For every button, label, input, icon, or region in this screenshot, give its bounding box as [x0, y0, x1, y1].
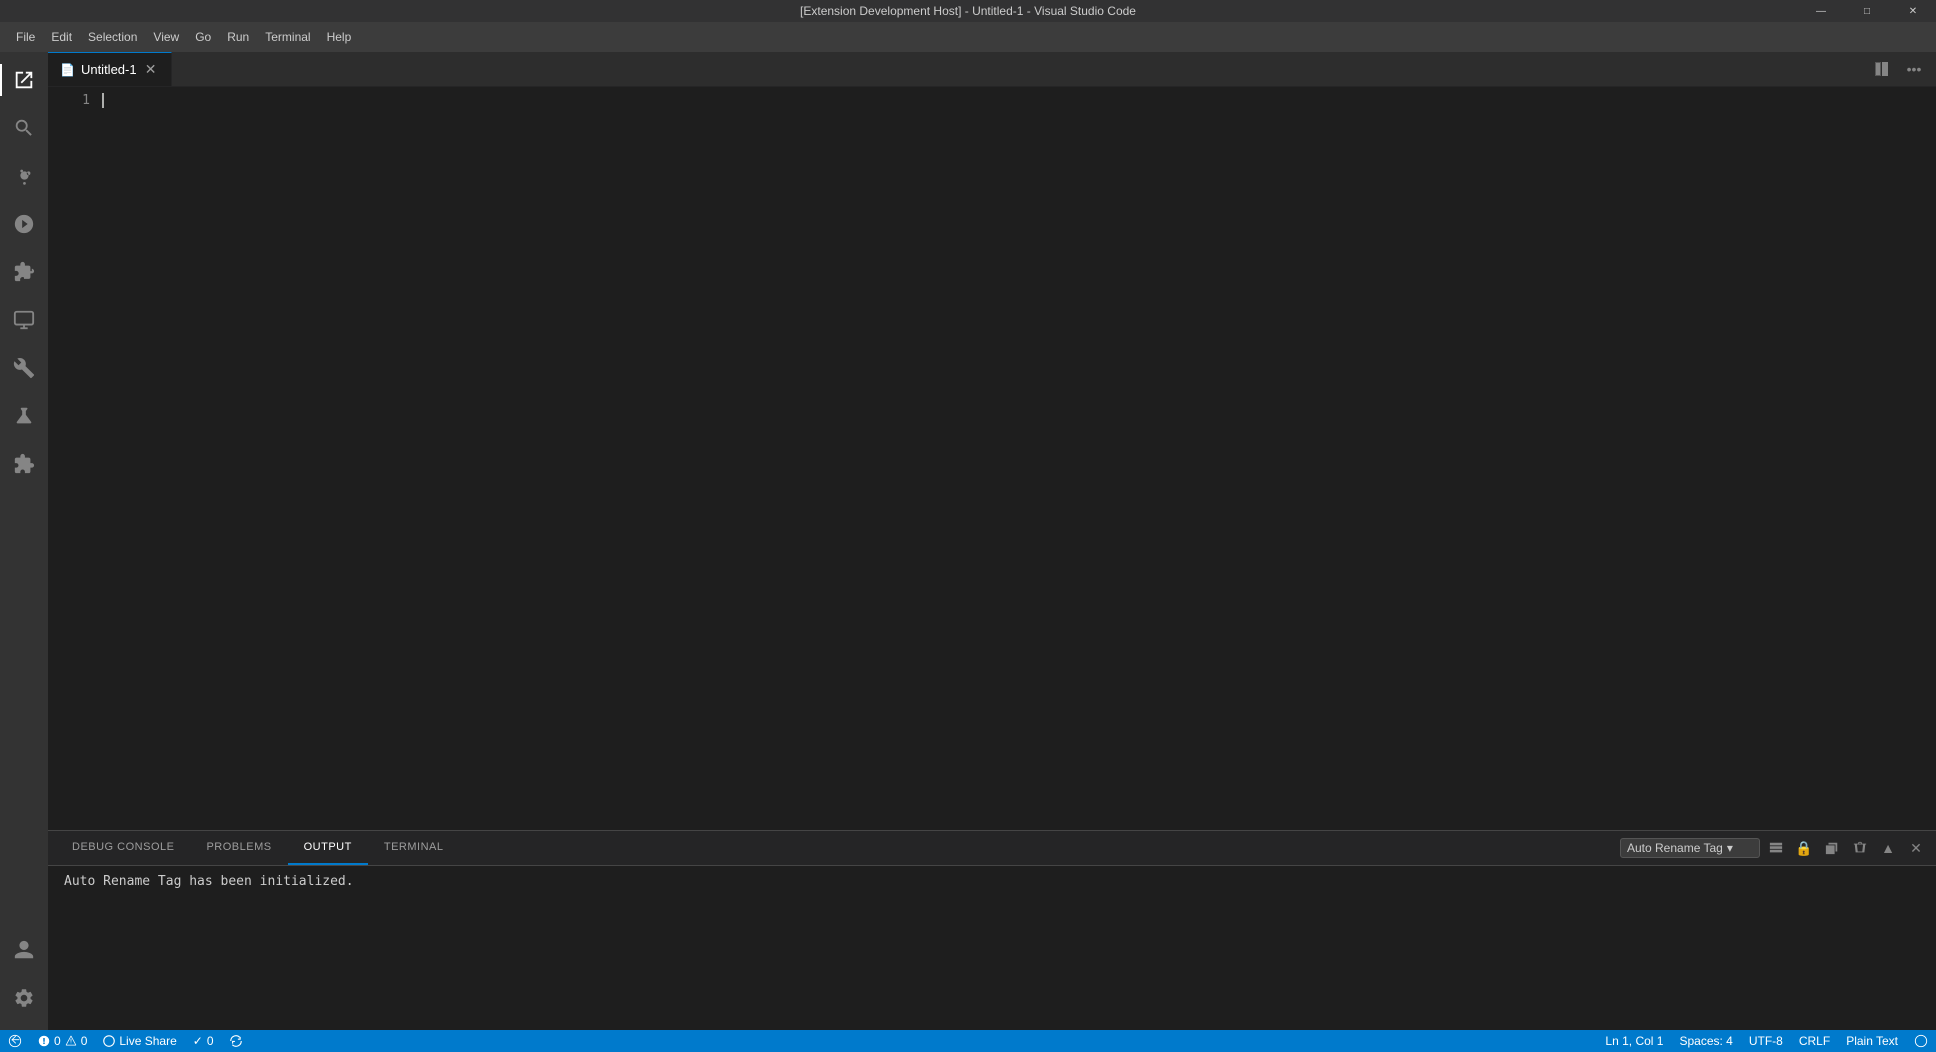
tab-file-icon: 📄: [60, 63, 75, 77]
status-bar-left: 0 0 Live Share ✓ 0: [0, 1030, 250, 1052]
panel-toolbar: Auto Rename Tag ▾ 🔒 ▲ ✕: [1620, 831, 1928, 865]
split-editor-button[interactable]: [1868, 57, 1896, 81]
panel-clear-button[interactable]: [1848, 836, 1872, 860]
text-cursor: [102, 93, 104, 108]
encoding-text: UTF-8: [1749, 1034, 1783, 1048]
live-share-status[interactable]: Live Share: [95, 1030, 184, 1052]
panel-copy-button[interactable]: [1820, 836, 1844, 860]
activity-bar-bottom: [0, 926, 48, 1030]
language-text: Plain Text: [1846, 1034, 1898, 1048]
run-debug-icon[interactable]: [0, 200, 48, 248]
live-share-label: Live Share: [119, 1034, 176, 1048]
remote-explorer-icon[interactable]: [0, 296, 48, 344]
editor-content[interactable]: 1: [48, 87, 1936, 830]
menu-go[interactable]: Go: [187, 26, 219, 48]
line-ending-text: CRLF: [1799, 1034, 1830, 1048]
tab-close-button[interactable]: ✕: [143, 62, 159, 78]
line-number-1: 1: [48, 91, 90, 110]
tab-actions: •••: [1860, 52, 1936, 86]
dropdown-chevron: ▾: [1727, 841, 1733, 855]
error-warning-status[interactable]: 0 0: [30, 1030, 95, 1052]
line-col-status[interactable]: Ln 1, Col 1: [1597, 1030, 1671, 1052]
status-bar: 0 0 Live Share ✓ 0 Ln 1, Col 1 Spaces: 4…: [0, 1030, 1936, 1052]
encoding-status[interactable]: UTF-8: [1741, 1030, 1791, 1052]
check-count: 0: [207, 1034, 214, 1048]
panel-lock-button[interactable]: 🔒: [1792, 836, 1816, 860]
editor-area: 📄 Untitled-1 ✕ ••• 1: [48, 52, 1936, 1030]
menu-selection[interactable]: Selection: [80, 26, 145, 48]
menu-terminal[interactable]: Terminal: [257, 26, 318, 48]
tab-terminal[interactable]: TERMINAL: [368, 831, 460, 865]
menu-view[interactable]: View: [145, 26, 187, 48]
testing-icon[interactable]: [0, 392, 48, 440]
dropdown-label: Auto Rename Tag: [1627, 841, 1723, 855]
accounts-icon[interactable]: [0, 926, 48, 974]
spaces-text: Spaces: 4: [1679, 1034, 1732, 1048]
panel-grid-button[interactable]: [1764, 836, 1788, 860]
settings-icon[interactable]: [0, 974, 48, 1022]
tab-output[interactable]: OUTPUT: [288, 831, 368, 865]
language-status[interactable]: Plain Text: [1838, 1030, 1906, 1052]
source-control-icon[interactable]: [0, 152, 48, 200]
line-ending-status[interactable]: CRLF: [1791, 1030, 1838, 1052]
remote-status[interactable]: [0, 1030, 30, 1052]
minimize-button[interactable]: ―: [1798, 0, 1844, 22]
line-col-text: Ln 1, Col 1: [1605, 1034, 1663, 1048]
explorer-icon[interactable]: [0, 56, 48, 104]
tab-problems[interactable]: PROBLEMS: [190, 831, 287, 865]
cursor-line: [102, 91, 1936, 110]
editor-text-area[interactable]: [98, 87, 1936, 830]
tab-label: Untitled-1: [81, 62, 137, 77]
output-channel-dropdown[interactable]: Auto Rename Tag ▾: [1620, 838, 1760, 858]
notifications-status[interactable]: [1906, 1030, 1936, 1052]
window-controls: ― □ ✕: [1798, 0, 1936, 22]
tab-untitled-1[interactable]: 📄 Untitled-1 ✕: [48, 52, 172, 86]
warning-count: 0: [81, 1034, 88, 1048]
check-icon: ✓: [193, 1034, 203, 1048]
title-bar: [Extension Development Host] - Untitled-…: [0, 0, 1936, 22]
menu-help[interactable]: Help: [319, 26, 360, 48]
search-activity-icon[interactable]: [0, 104, 48, 152]
error-count: 0: [54, 1034, 61, 1048]
panel-chevron-up-button[interactable]: ▲: [1876, 836, 1900, 860]
panel-tabs: DEBUG CONSOLE PROBLEMS OUTPUT TERMINAL A…: [48, 831, 1936, 866]
extensions-icon[interactable]: [0, 248, 48, 296]
status-bar-right: Ln 1, Col 1 Spaces: 4 UTF-8 CRLF Plain T…: [1597, 1030, 1936, 1052]
more-actions-button[interactable]: •••: [1900, 57, 1928, 81]
panel-output-text: Auto Rename Tag has been initialized.: [64, 874, 354, 889]
window-title: [Extension Development Host] - Untitled-…: [800, 4, 1136, 18]
tab-bar: 📄 Untitled-1 ✕ •••: [48, 52, 1936, 87]
sync-status[interactable]: [222, 1030, 250, 1052]
panel-content: Auto Rename Tag has been initialized.: [48, 866, 1936, 1030]
panel-close-button[interactable]: ✕: [1904, 836, 1928, 860]
menu-bar: File Edit Selection View Go Run Terminal…: [0, 22, 1936, 52]
spaces-status[interactable]: Spaces: 4: [1671, 1030, 1740, 1052]
puzzle-icon[interactable]: [0, 440, 48, 488]
activity-bar: [0, 52, 48, 1030]
maximize-button[interactable]: □: [1844, 0, 1890, 22]
panel-area: DEBUG CONSOLE PROBLEMS OUTPUT TERMINAL A…: [48, 830, 1936, 1030]
menu-edit[interactable]: Edit: [43, 26, 80, 48]
line-numbers: 1: [48, 87, 98, 830]
close-button[interactable]: ✕: [1890, 0, 1936, 22]
menu-run[interactable]: Run: [219, 26, 257, 48]
menu-file[interactable]: File: [8, 26, 43, 48]
tab-debug-console[interactable]: DEBUG CONSOLE: [56, 831, 190, 865]
check-status[interactable]: ✓ 0: [185, 1030, 222, 1052]
main-container: 📄 Untitled-1 ✕ ••• 1: [0, 52, 1936, 1030]
extension-dev-icon[interactable]: [0, 344, 48, 392]
